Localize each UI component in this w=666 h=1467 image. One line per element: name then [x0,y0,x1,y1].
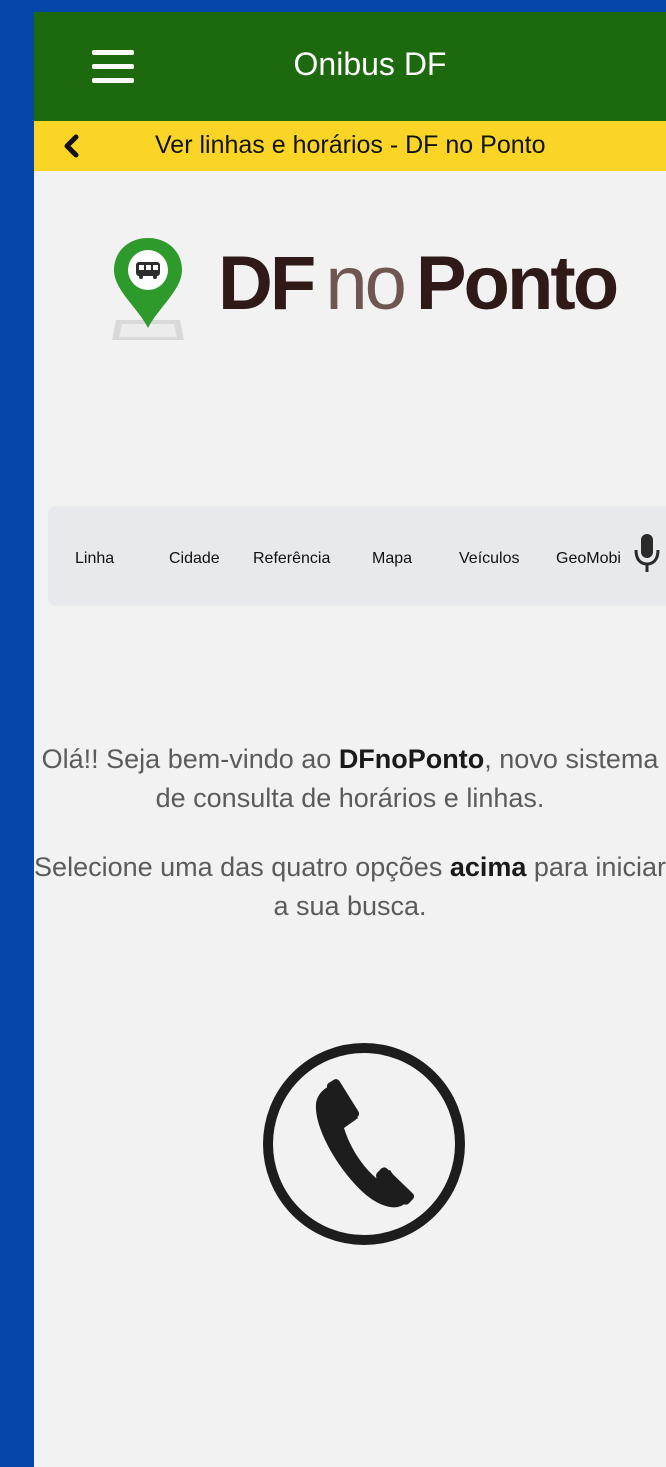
tab-geomobi[interactable]: GeoMobi [556,550,621,568]
logo-no: no [325,241,407,326]
tab-mapa[interactable]: Mapa [372,550,412,568]
welcome-text-2a: Selecione uma das quatro opções [34,852,450,882]
logo-ponto: Ponto [415,241,619,326]
welcome-brand: DFnoPonto [338,744,485,774]
page-subtitle: Ver linhas e horários - DF no Ponto [155,131,546,159]
logo-df: DF [218,241,316,326]
search-options-tabs: Linha Cidade Referência Mapa Veículos Ge… [48,506,666,606]
welcome-paragraph-2: Selecione uma das quatro opções acima pa… [34,848,666,926]
dfnoponto-logo: DF no Ponto [108,234,628,344]
welcome-text-1a: Olá!! Seja bem-vindo ao [41,744,339,774]
phone-icon[interactable] [262,1042,466,1246]
tab-veiculos[interactable]: Veículos [459,550,519,568]
bus-pin-icon [108,234,188,342]
tab-cidade[interactable]: Cidade [169,550,220,568]
app-title: Onibus DF [293,46,447,82]
top-app-bar: Onibus DF [34,12,666,121]
welcome-emphasis: acima [449,852,527,882]
page-header-bar: Ver linhas e horários - DF no Ponto [34,121,666,171]
welcome-paragraph-1: Olá!! Seja bem-vindo ao DFnoPonto, novo … [34,740,666,818]
welcome-message: Olá!! Seja bem-vindo ao DFnoPonto, novo … [34,740,666,956]
microphone-icon[interactable] [632,530,662,574]
tab-referencia[interactable]: Referência [253,550,330,568]
logo-wordmark: DF no Ponto [218,240,619,327]
app-screen: Onibus DF Ver linhas e horários - DF no … [34,12,666,1467]
tab-linha[interactable]: Linha [75,550,114,568]
chevron-left-icon[interactable] [58,131,86,161]
